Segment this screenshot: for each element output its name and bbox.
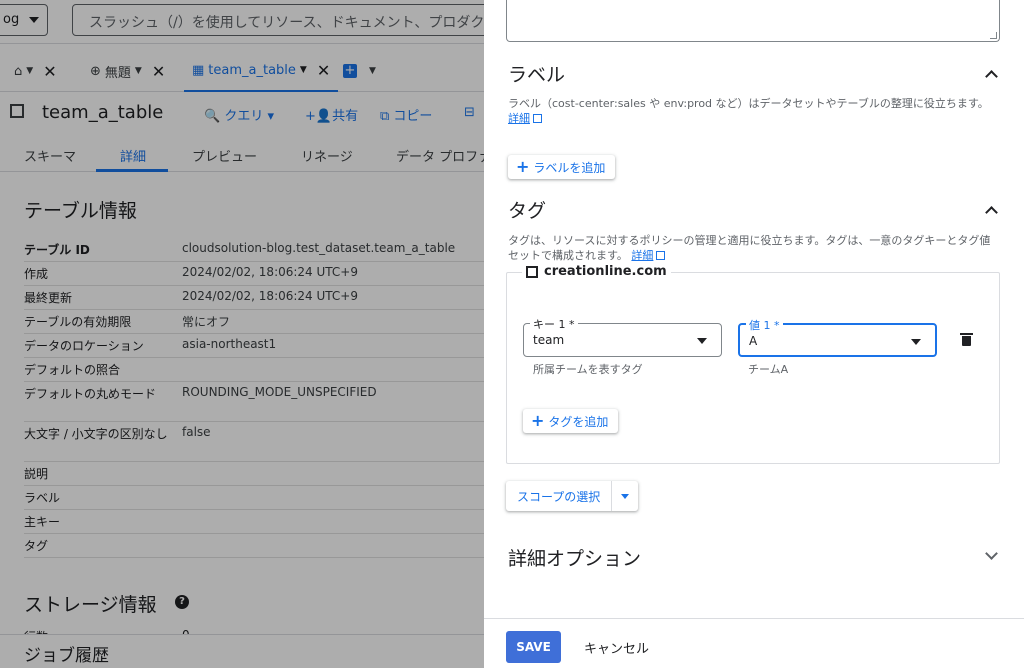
labels-description: ラベル（cost-center:sales や env:prod など）はデータ… xyxy=(508,96,996,126)
organization-label: creationline.com xyxy=(522,264,671,279)
add-tag-button[interactable]: + タグを追加 xyxy=(523,409,619,433)
tag-value-hint: チームA xyxy=(748,363,789,376)
labels-details-link[interactable]: 詳細 xyxy=(508,112,530,125)
scope-dropdown-icon[interactable] xyxy=(612,481,638,511)
tag-key-value: team xyxy=(533,333,565,347)
scope-select-button[interactable]: スコープの選択 xyxy=(506,481,639,511)
cancel-button[interactable]: キャンセル xyxy=(584,638,649,657)
collapse-tags-icon[interactable] xyxy=(985,206,998,219)
add-tag-label: タグを追加 xyxy=(548,415,609,429)
description-textarea[interactable] xyxy=(506,0,1000,42)
add-label-label: ラベルを追加 xyxy=(533,161,606,175)
open-in-new-icon xyxy=(656,251,666,260)
modal-scrim[interactable] xyxy=(0,0,484,668)
delete-icon-body xyxy=(962,336,971,346)
organization-name: creationline.com xyxy=(544,264,667,279)
plus-icon: + xyxy=(516,157,530,176)
tag-value-label: 値 1 * xyxy=(746,317,783,333)
labels-description-text: ラベル（cost-center:sales や env:prod など）はデータ… xyxy=(508,97,989,110)
collapse-labels-icon[interactable] xyxy=(985,70,998,83)
plus-icon: + xyxy=(531,411,545,430)
advanced-options-heading[interactable]: 詳細オプション xyxy=(508,544,641,571)
tag-key-label: キー 1 * xyxy=(530,316,578,332)
add-label-button[interactable]: + ラベルを追加 xyxy=(508,155,616,179)
delete-icon[interactable] xyxy=(960,333,973,346)
tag-key-select[interactable]: キー 1 * team xyxy=(523,316,722,357)
save-button[interactable]: SAVE xyxy=(506,631,561,663)
scope-select-label[interactable]: スコープの選択 xyxy=(506,481,613,511)
tags-details-link[interactable]: 詳細 xyxy=(631,249,653,262)
panel-footer: SAVE キャンセル xyxy=(484,618,1024,668)
tag-key-hint: 所属チームを表すタグ xyxy=(533,363,643,376)
tags-description: タグは、リソースに対するポリシーの管理と適用に役立ちます。タグは、一意のタグキー… xyxy=(508,233,996,263)
caret-down-icon xyxy=(911,339,921,345)
tags-heading: タグ xyxy=(508,200,547,222)
expand-advanced-icon[interactable] xyxy=(985,547,998,560)
edit-details-panel: ラベル ラベル（cost-center:sales や env:prod など）… xyxy=(484,0,1024,668)
resize-handle-icon[interactable] xyxy=(990,32,997,39)
organization-icon xyxy=(526,265,538,278)
tag-value-select[interactable]: 値 1 * A xyxy=(738,317,937,357)
delete-icon-lid xyxy=(960,333,973,335)
caret-down-icon xyxy=(697,338,707,344)
tag-value-value: A xyxy=(749,334,758,348)
tags-description-text: タグは、リソースに対するポリシーの管理と適用に役立ちます。タグは、一意のタグキー… xyxy=(508,234,991,262)
labels-heading: ラベル xyxy=(508,64,566,86)
open-in-new-icon xyxy=(533,114,542,123)
